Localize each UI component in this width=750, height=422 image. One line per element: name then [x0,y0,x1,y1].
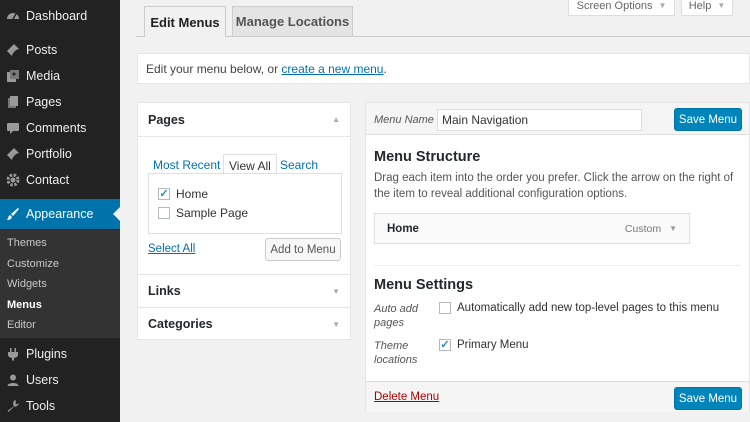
menu-settings-title: Menu Settings [374,277,474,293]
appearance-submenu: Themes Customize Widgets Menus Editor [0,230,120,338]
menu-item-title: Home [387,222,419,235]
sidebar-item-portfolio[interactable]: Portfolio [0,141,120,167]
tab-manage-locations[interactable]: Manage Locations [232,6,353,36]
auto-add-label: Auto add pages [374,303,419,329]
brush-icon [5,206,21,222]
menu-notice: Edit your menu below, or create a new me… [137,53,750,84]
categories-title: Categories [148,317,213,331]
caret-up-icon: ▲ [332,115,340,124]
add-menu-items-panel: Pages ▲ Most Recent View All Search ✓ Ho… [137,102,351,340]
sidebar-item-dashboard[interactable]: Dashboard [0,3,120,29]
pages-title: Pages [148,112,185,127]
screen-options-label: Screen Options [576,0,653,12]
menu-name-label: Menu Name [374,114,434,126]
primary-menu-checkbox[interactable]: ✓ [439,339,451,351]
dashboard-icon [5,8,21,24]
caret-down-icon: ▼ [332,286,340,296]
user-icon [5,372,21,388]
gear-icon [5,172,21,188]
caret-down-icon: ▼ [658,1,667,10]
sidebar-item-comments[interactable]: Comments [0,115,120,141]
pages-checklist: ✓ Home Sample Page [148,173,342,234]
add-to-menu-button[interactable]: Add to Menu [265,238,341,261]
menu-item-home[interactable]: Home Custom ▼ [374,213,690,244]
create-new-menu-link[interactable]: create a new menu [281,62,383,76]
submenu-item-menus[interactable]: Menus [7,299,42,311]
menu-edit-panel: Menu Name Main Navigation Save Menu Menu… [365,102,750,412]
screen-options-button[interactable]: Screen Options ▼ [568,0,675,16]
sidebar-item-label: Pages [26,95,62,109]
sidebar-item-label: Media [26,69,61,83]
select-all-link[interactable]: Select All [148,243,195,255]
page-option-sample-page[interactable]: Sample Page [158,206,248,220]
auto-add-text: Automatically add new top-level pages to… [457,302,720,314]
sidebar-item-media[interactable]: Media [0,63,120,89]
save-menu-button-bottom[interactable]: Save Menu [674,387,742,410]
caret-down-icon: ▼ [332,319,340,329]
sidebar-item-label: Posts [26,43,58,57]
categories-accordion-header[interactable]: Categories ▼ [138,308,350,340]
delete-menu-link[interactable]: Delete Menu [374,391,439,403]
caret-down-icon[interactable]: ▼ [669,224,677,233]
sidebar-item-contact[interactable]: Contact [0,167,120,193]
sidebar-item-label: Comments [26,121,87,135]
auto-add-option[interactable]: Automatically add new top-level pages to… [439,302,719,314]
caret-down-icon: ▼ [717,1,726,10]
comment-icon [5,120,21,136]
media-icon [5,68,21,84]
sidebar-item-label: Tools [26,399,56,413]
sample-page-checkbox[interactable] [158,207,170,219]
page-option-label: Home [176,187,209,201]
sidebar-item-label: Users [26,373,59,387]
sidebar-item-label: Plugins [26,347,67,361]
menu-structure-title: Menu Structure [374,149,481,165]
wrench-icon [5,398,21,414]
submenu-item-widgets[interactable]: Widgets [7,278,47,290]
tab-edit-menus[interactable]: Edit Menus [144,6,226,37]
sidebar-item-pages[interactable]: Pages [0,89,120,115]
menu-header: Menu Name Main Navigation Save Menu [366,103,749,135]
sidebar-item-tools[interactable]: Tools [0,393,120,419]
menu-name-input[interactable]: Main Navigation [437,109,642,131]
primary-menu-text: Primary Menu [457,339,529,351]
sidebar-item-label: Contact [26,173,70,187]
sidebar-item-label: Appearance [26,207,94,221]
links-title: Links [148,284,181,298]
pages-icon [5,94,21,110]
auto-add-checkbox[interactable] [439,302,451,314]
pages-accordion-header[interactable]: Pages ▲ [138,103,350,136]
notice-text: Edit your menu below, or [146,61,279,76]
admin-sidebar: Dashboard Posts Media Pages Comments Por… [0,0,120,422]
sidebar-item-plugins[interactable]: Plugins [0,341,120,367]
submenu-item-themes[interactable]: Themes [7,237,47,249]
tab-search[interactable]: Search [280,158,318,172]
submenu-item-editor[interactable]: Editor [7,319,36,331]
pin-icon [5,146,21,162]
menu-structure-help: Drag each item into the order you prefer… [374,172,734,200]
save-menu-button-top[interactable]: Save Menu [674,108,742,131]
sidebar-item-label: Portfolio [26,147,72,161]
sidebar-item-appearance[interactable]: Appearance [0,199,120,229]
home-checkbox[interactable]: ✓ [158,188,170,200]
menu-item-type: Custom [624,222,662,235]
primary-menu-option[interactable]: ✓ Primary Menu [439,339,529,351]
page-option-home[interactable]: ✓ Home [158,187,208,201]
page-option-label: Sample Page [176,206,249,220]
sidebar-item-label: Dashboard [26,9,88,23]
notice-period: . [383,61,387,76]
divider [374,265,741,266]
divider [138,136,350,137]
help-label: Help [688,0,712,12]
tab-most-recent[interactable]: Most Recent [153,158,220,172]
theme-locations-label: Theme locations [374,340,418,366]
links-accordion-header[interactable]: Links ▼ [138,275,350,307]
sidebar-item-posts[interactable]: Posts [0,37,120,63]
pin-icon [5,42,21,58]
submenu-item-customize[interactable]: Customize [7,258,59,270]
help-button[interactable]: Help ▼ [681,0,733,16]
sidebar-item-users[interactable]: Users [0,367,120,393]
plug-icon [5,346,21,362]
tab-divider [136,36,750,37]
